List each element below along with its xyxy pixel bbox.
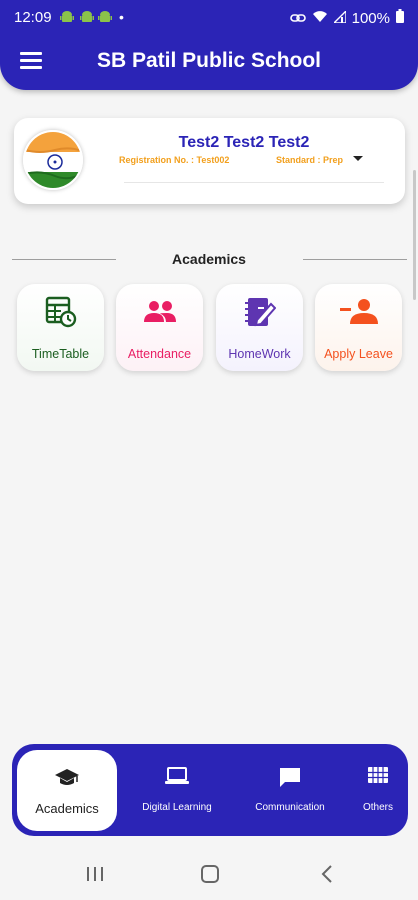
battery-icon (396, 9, 404, 27)
tile-homework[interactable]: HomeWork (216, 284, 303, 371)
student-standard: Standard : Prep (276, 155, 344, 165)
graduation-cap-icon (17, 768, 117, 794)
link-icon (289, 10, 306, 27)
scrollbar[interactable] (413, 170, 416, 300)
registration-number: Registration No. : Test002 (119, 155, 230, 165)
home-icon[interactable] (195, 862, 225, 886)
status-dot: • (119, 9, 124, 25)
android-notification-icon (80, 10, 94, 24)
nav-communication[interactable]: Communication (240, 744, 340, 836)
student-name: Test2 Test2 Test2 (178, 134, 310, 151)
nav-label: Communication (255, 802, 325, 813)
india-flag-avatar (23, 130, 83, 190)
signal-icon (331, 8, 347, 27)
status-time: 12:09 (14, 9, 52, 26)
caret-down-icon[interactable] (352, 155, 368, 167)
android-notification-icon (60, 10, 74, 24)
nav-label: Others (362, 802, 393, 813)
homework-notebook-icon (216, 296, 303, 332)
tile-label: TimeTable (31, 347, 90, 361)
nav-label: Academics (35, 801, 99, 816)
tile-label: HomeWork (228, 347, 291, 361)
card-divider (124, 182, 384, 183)
battery-percent: 100% (351, 9, 390, 27)
attendance-people-icon (116, 296, 203, 332)
app-header: 12:09 • 100% SB Patil Public School (0, 0, 418, 90)
tile-label: Apply Leave (324, 347, 393, 361)
back-icon[interactable] (312, 862, 342, 886)
tile-attendance[interactable]: Attendance (116, 284, 203, 371)
student-profile-card[interactable]: Test2 Test2 Test2 Registration No. : Tes… (14, 118, 405, 204)
nav-academics[interactable]: Academics (17, 750, 117, 831)
system-navigation-bar (0, 848, 418, 900)
tile-apply-leave[interactable]: Apply Leave (315, 284, 402, 371)
leave-person-icon (315, 296, 402, 332)
bottom-navigation: Academics Digital Learning Communication (12, 744, 408, 836)
app-title: SB Patil Public School (96, 49, 322, 72)
nav-digital-learning[interactable]: Digital Learning (127, 744, 227, 836)
wifi-icon (312, 10, 328, 27)
android-notification-icon (98, 10, 112, 24)
status-bar: 12:09 • 100% (0, 0, 418, 34)
laptop-icon (127, 766, 227, 792)
tile-timetable[interactable]: TimeTable (17, 284, 104, 371)
nav-others[interactable]: Others (348, 744, 408, 836)
tile-label: Attendance (127, 347, 192, 361)
section-divider-right (303, 259, 407, 260)
grid-icon (348, 766, 408, 792)
chat-bubble-icon (240, 766, 340, 792)
recent-apps-icon[interactable] (80, 862, 110, 886)
timetable-icon (17, 296, 104, 332)
status-right: 100% (289, 8, 404, 27)
nav-label: Digital Learning (142, 802, 212, 813)
